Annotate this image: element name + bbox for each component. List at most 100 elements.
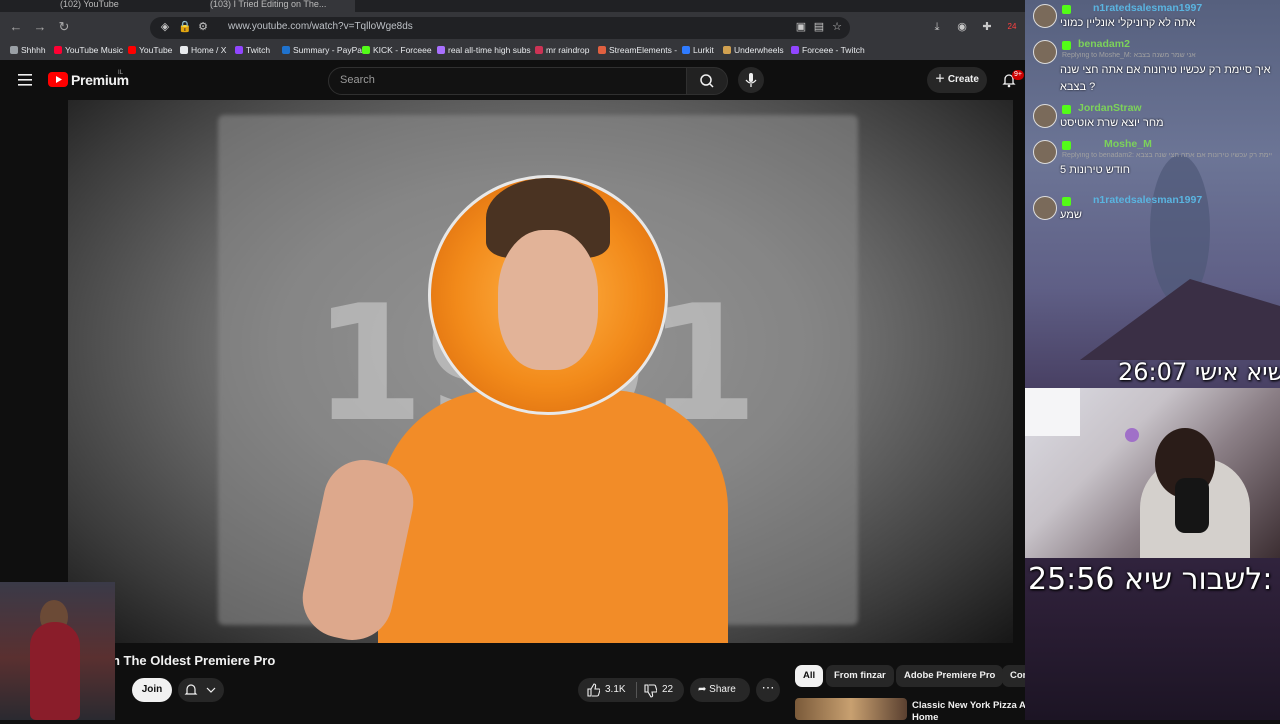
chat-message-continued: בצבא ? <box>1060 81 1096 93</box>
search-placeholder: Search <box>340 74 375 86</box>
cast-icon[interactable]: ▤ <box>812 20 826 34</box>
bookmark-item[interactable]: KICK - Forceee <box>362 45 432 55</box>
chat-username[interactable]: Moshe_M <box>1104 138 1152 150</box>
bookmark-item[interactable]: YouTube <box>128 45 172 55</box>
webcam-window-light <box>1025 388 1080 436</box>
bookmark-label: Forceee - Twitch <box>802 45 865 55</box>
chat-username[interactable]: JordanStraw <box>1078 102 1142 114</box>
like-count[interactable]: 3.1K <box>605 684 626 695</box>
bookmark-favicon-icon <box>791 46 799 54</box>
thumbs-up-icon[interactable] <box>586 683 601 697</box>
filter-chip[interactable]: Adobe Premiere Pro <box>896 665 1004 687</box>
tab-video[interactable]: (103) I Tried Editing on The... <box>210 0 355 12</box>
url-text[interactable]: www.youtube.com/watch?v=TqlloWge8ds <box>228 21 413 32</box>
bookmark-item[interactable]: real all-time high subs <box>437 45 531 55</box>
recommended-thumbnail[interactable] <box>795 698 907 720</box>
dislike-count: 22 <box>662 684 674 695</box>
site-settings-icon[interactable]: ⚙ <box>196 20 210 34</box>
bookmark-item[interactable]: mr raindrop <box>535 45 589 55</box>
chat-username[interactable]: n1ratedsalesman1997 <box>1093 2 1202 14</box>
chat-message: שמע <box>1060 209 1082 221</box>
subscription-bell-button[interactable] <box>178 678 224 702</box>
bookmark-label: Summary - PayPal <box>293 45 364 55</box>
chat-message: מחר יוצא שרת אוטיסט <box>1060 117 1164 129</box>
search-button[interactable] <box>686 67 728 95</box>
create-label: Create <box>947 74 979 85</box>
recommended-title[interactable]: Classic New York Pizza At Home <box>912 700 1042 724</box>
webcam-decor <box>1125 428 1139 442</box>
bookmark-label: Underwheels <box>734 45 784 55</box>
video-title: n The Oldest Premiere Pro <box>112 653 276 668</box>
tab-label: (103) I Tried Editing on The... <box>210 0 327 9</box>
search-input[interactable] <box>328 67 688 95</box>
thumbs-down-icon[interactable] <box>643 684 658 698</box>
bookmark-label: KICK - Forceee <box>373 45 432 55</box>
bookmark-favicon-icon <box>282 46 290 54</box>
chat-username[interactable]: benadam2 <box>1078 38 1130 50</box>
bookmark-item[interactable]: Forceee - Twitch <box>791 45 865 55</box>
chat-avatar <box>1033 104 1057 128</box>
bookmark-favicon-icon <box>128 46 136 54</box>
more-actions-icon[interactable]: ⋯ <box>756 678 780 702</box>
bookmark-label: mr raindrop <box>546 45 590 55</box>
like-divider <box>636 682 637 698</box>
bookmark-item[interactable]: YouTube Music <box>54 45 123 55</box>
break-record-label: לשבור שיא: <box>1124 562 1273 597</box>
chevron-down-icon <box>206 687 216 693</box>
reload-icon[interactable]: ↻ <box>55 18 73 36</box>
microphone-button[interactable] <box>738 67 764 93</box>
chat-message: איך סיימת רק עכשיו טירונות אם אתה חצי שנ… <box>1060 64 1271 76</box>
microphone-icon <box>745 73 757 87</box>
bookmark-item[interactable]: StreamElements - <box>598 45 677 55</box>
create-button[interactable]: ＋ Create <box>927 67 987 93</box>
chat-badge-icon <box>1062 141 1071 150</box>
plus-icon: ＋ <box>935 74 948 85</box>
share-button[interactable]: ➦ Share <box>690 678 750 702</box>
chat-badge-icon <box>1062 105 1071 114</box>
chat-avatar <box>1033 140 1057 164</box>
shield-icon[interactable]: ◈ <box>158 20 172 34</box>
bookmark-item[interactable]: Home / X <box>180 45 226 55</box>
share-label: Share <box>709 684 736 695</box>
bookmark-item[interactable]: Twitch <box>235 45 270 55</box>
break-record-timer: 25:56 לשבור שיא: <box>1028 562 1272 597</box>
bookmark-favicon-icon <box>235 46 243 54</box>
logo-region: IL <box>118 70 124 76</box>
chat-message: 5 חודש טירונות <box>1060 164 1130 176</box>
bookmark-label: Twitch <box>246 45 271 55</box>
person-shirt <box>378 390 728 643</box>
forward-icon[interactable]: → <box>31 18 49 36</box>
tab-youtube[interactable]: (102) YouTube <box>60 0 190 12</box>
webcam-microphone <box>1175 478 1209 533</box>
lock-icon[interactable]: 🔒 <box>178 20 192 34</box>
bookmark-star-icon[interactable]: ☆ <box>830 20 844 34</box>
install-icon[interactable]: ▣ <box>794 20 808 34</box>
join-button[interactable]: Join <box>132 678 172 702</box>
share-icon: ➦ <box>698 684 707 695</box>
filter-chip[interactable]: From finzar <box>826 665 894 687</box>
youtube-logo-icon[interactable] <box>48 72 68 87</box>
bookmark-item[interactable]: Lurkit <box>682 45 714 55</box>
chat-username[interactable]: n1ratedsalesman1997 <box>1093 194 1202 206</box>
bookmark-item[interactable]: Underwheels <box>723 45 784 55</box>
chat-badge-icon <box>1062 5 1071 14</box>
back-icon[interactable]: ← <box>7 18 25 36</box>
puzzle-icon[interactable]: ✚ <box>980 20 994 34</box>
personal-record-value: 26:07 <box>1118 358 1188 386</box>
video-player[interactable]: 1901 <box>68 100 1013 643</box>
menu-icon[interactable] <box>18 73 32 86</box>
bookmark-label: Lurkit <box>693 45 714 55</box>
bell-icon <box>184 684 198 695</box>
chat-reply-context: Replying to benadam2: איך סיימת רק עכשיו… <box>1062 152 1272 159</box>
personal-record-label: שיא אישי: <box>1194 358 1280 386</box>
person-face <box>498 230 598 370</box>
bookmark-label: StreamElements - <box>609 45 678 55</box>
filter-chip[interactable]: All <box>795 665 824 687</box>
extension-badge[interactable]: 24 <box>1005 20 1019 34</box>
bookmark-item[interactable]: Summary - PayPal <box>282 45 364 55</box>
bookmark-item[interactable]: Shhhh <box>10 45 46 55</box>
extension-icon[interactable]: ◉ <box>955 20 969 34</box>
bookmark-label: Home / X <box>191 45 227 55</box>
download-icon[interactable]: ⤓ <box>930 20 944 34</box>
webcam-feed <box>1025 388 1280 558</box>
